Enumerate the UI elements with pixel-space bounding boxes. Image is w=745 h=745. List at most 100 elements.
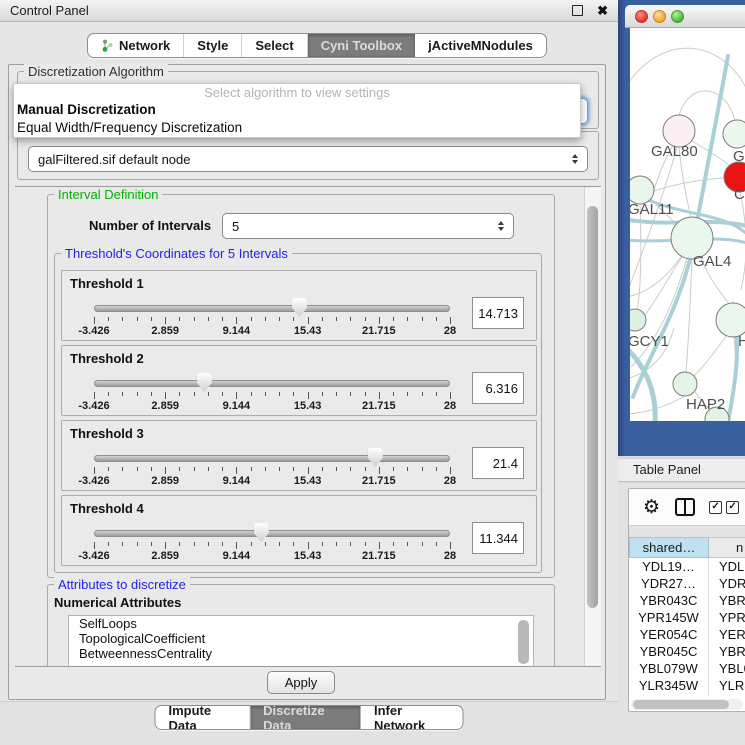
tab-network[interactable]: Network: [88, 34, 184, 57]
attribute-list-item[interactable]: TopologicalCoefficient: [69, 631, 533, 646]
algorithm-option[interactable]: Equal Width/Frequency Discretization: [14, 119, 580, 137]
threshold-label: Threshold 1: [70, 276, 144, 291]
network-node[interactable]: [723, 120, 745, 148]
network-node[interactable]: [716, 303, 745, 337]
tab-jactivemnodules[interactable]: jActiveMNodules: [415, 34, 546, 57]
slider-tick: [322, 467, 323, 471]
threshold-slider-track[interactable]: [94, 305, 450, 312]
threshold-value-field[interactable]: 14.713: [472, 297, 524, 329]
slider-tick: [336, 467, 337, 471]
slider-tick: [94, 542, 95, 549]
table-data-combo[interactable]: galFiltered.sif default node: [28, 146, 588, 172]
network-edge[interactable]: [693, 335, 727, 377]
tab-style[interactable]: Style: [184, 34, 242, 57]
network-node[interactable]: [673, 372, 697, 396]
table-row[interactable]: YBL079WYBL0: [629, 660, 745, 677]
network-node[interactable]: [630, 176, 654, 204]
column-header-shared-name[interactable]: shared…: [629, 537, 709, 558]
slider-tick: [322, 542, 323, 546]
network-edge[interactable]: [643, 257, 682, 318]
discretization-algorithm-title: Discretization Algorithm: [24, 64, 168, 79]
threshold-slider-track[interactable]: [94, 380, 450, 387]
checkbox-icon[interactable]: ✓: [726, 501, 739, 514]
attribute-list-item[interactable]: BetweennessCentrality: [69, 646, 533, 661]
threshold-slider-track[interactable]: [94, 530, 450, 537]
slider-tick: [251, 542, 252, 546]
threshold-value-field[interactable]: 11.344: [472, 522, 524, 554]
threshold-value-field[interactable]: 21.4: [472, 447, 524, 479]
slider-tick: [137, 392, 138, 396]
settings-scrollbar-thumb[interactable]: [587, 206, 598, 608]
slider-tick: [265, 392, 266, 396]
threshold-slider-track[interactable]: [94, 455, 450, 462]
gear-icon[interactable]: ⚙: [643, 498, 660, 517]
attributes-group-title: Attributes to discretize: [54, 577, 190, 592]
slider-tick: [450, 317, 451, 324]
table-horizontal-scrollbar[interactable]: [631, 699, 743, 710]
slider-tick: [179, 467, 180, 471]
slider-tick-label: 21.715: [362, 400, 396, 412]
tab-cyni-toolbox[interactable]: Cyni Toolbox: [308, 34, 415, 57]
network-node-label: GAL80: [651, 143, 698, 160]
slider-tick: [151, 317, 152, 321]
apply-button[interactable]: Apply: [267, 671, 335, 694]
table-row[interactable]: YPR145WYPR1: [629, 609, 745, 626]
slider-tick: [365, 542, 366, 546]
column-header-name[interactable]: n: [709, 537, 745, 558]
table-row[interactable]: YDL19…YDL1: [629, 558, 745, 575]
network-edge[interactable]: [630, 254, 683, 297]
threshold-value-field[interactable]: 6.316: [472, 372, 524, 404]
threshold-slider-thumb[interactable]: [368, 448, 383, 467]
table-cell-name: YDR2: [709, 575, 745, 592]
zoom-traffic-light-icon[interactable]: [671, 10, 684, 23]
algorithm-option[interactable]: Manual Discretization: [14, 101, 580, 119]
tab-infer-network[interactable]: Infer Network: [361, 706, 463, 729]
tab-impute-data[interactable]: Impute Data: [156, 706, 251, 729]
network-node-label: HAP2: [686, 396, 725, 413]
network-node[interactable]: [630, 309, 646, 331]
threshold-slider-thumb[interactable]: [254, 523, 269, 542]
tab-discretize-data[interactable]: Discretize Data: [250, 706, 361, 729]
tab-label: Discretize Data: [263, 705, 348, 730]
tab-label: Cyni Toolbox: [321, 38, 402, 53]
slider-tick: [122, 542, 123, 546]
slider-tick: [365, 392, 366, 396]
float-window-icon[interactable]: [572, 5, 583, 16]
table-row[interactable]: YER054CYER0: [629, 626, 745, 643]
slider-tick: [422, 467, 423, 471]
slider-tick: [165, 392, 166, 399]
close-icon[interactable]: ✖: [597, 6, 608, 15]
list-scrollbar-thumb[interactable]: [518, 620, 529, 664]
attributes-group: Attributes to discretize Numerical Attri…: [47, 584, 555, 667]
table-row[interactable]: YBR045CYBR0: [629, 643, 745, 660]
table-row[interactable]: YBR043CYBR0: [629, 592, 745, 609]
algorithm-dropdown-popup: Select algorithm to view settings Manual…: [13, 83, 581, 138]
bottom-tab-strip: Impute Data Discretize Data Infer Network: [0, 701, 618, 745]
slider-tick-label: -3.426: [78, 550, 109, 562]
network-canvas[interactable]: GAL80GCGAL11GAL4GCY1HHAP2: [630, 28, 745, 421]
table-horizontal-scrollbar-thumb[interactable]: [633, 700, 729, 709]
threshold-slider-thumb[interactable]: [292, 298, 307, 317]
algorithm-dropdown-prompt: Select algorithm to view settings: [14, 84, 580, 101]
slider-tick: [407, 542, 408, 546]
number-of-intervals-combo[interactable]: 5: [222, 213, 514, 239]
table-row[interactable]: YIL052CYIL0: [629, 694, 745, 696]
table-row[interactable]: YLR345WYLR3: [629, 677, 745, 694]
threshold-slider-thumb[interactable]: [197, 373, 212, 392]
network-window-frame[interactable]: GAL80GCGAL11GAL4GCY1HHAP2: [618, 0, 745, 456]
network-edge[interactable]: [679, 91, 735, 121]
table-row[interactable]: YDR27…YDR2: [629, 575, 745, 592]
settings-scrollbar[interactable]: [584, 187, 601, 666]
slider-tick: [194, 392, 195, 396]
slider-tick: [322, 392, 323, 396]
split-columns-icon[interactable]: [675, 498, 695, 516]
checkbox-icon[interactable]: ✓: [709, 501, 722, 514]
slider-tick: [251, 317, 252, 321]
attribute-list-item[interactable]: SelfLoops: [69, 616, 533, 631]
numerical-attributes-list[interactable]: SelfLoopsTopologicalCoefficientBetweenne…: [68, 615, 534, 667]
table-cell-shared-name: YBR045C: [629, 643, 709, 660]
minimize-traffic-light-icon[interactable]: [653, 10, 666, 23]
slider-tick: [436, 317, 437, 321]
tab-select[interactable]: Select: [242, 34, 307, 57]
close-traffic-light-icon[interactable]: [635, 10, 648, 23]
